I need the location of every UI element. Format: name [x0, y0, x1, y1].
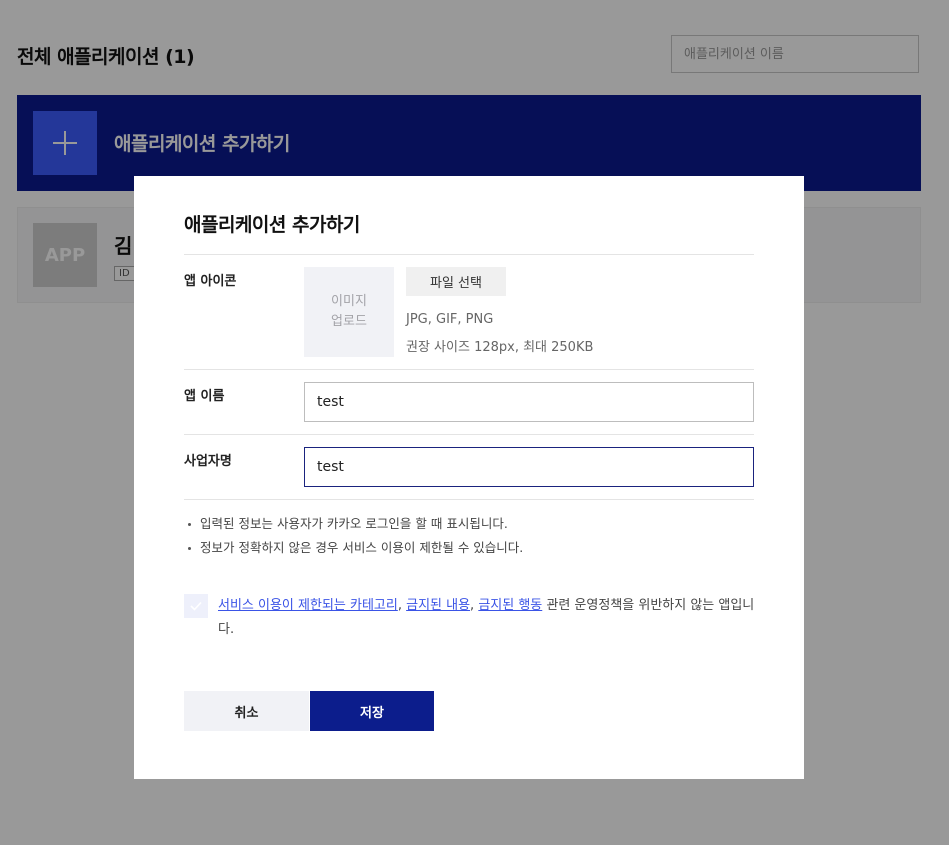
policy-agree-text: 서비스 이용이 제한되는 카테고리, 금지된 내용, 금지된 행동 관련 운영정… [218, 598, 755, 637]
restricted-category-link[interactable]: 서비스 이용이 제한되는 카테고리 [218, 598, 398, 613]
app-name-label: 앱 이름 [184, 389, 225, 404]
divider [184, 499, 754, 500]
notice-list: 입력된 정보는 사용자가 카카오 로그인을 할 때 표시됩니다. 정보가 정확하… [184, 512, 523, 560]
notice-item: 입력된 정보는 사용자가 카카오 로그인을 할 때 표시됩니다. [184, 512, 523, 536]
notice-item: 정보가 정확하지 않은 경우 서비스 이용이 제한될 수 있습니다. [184, 536, 523, 560]
check-icon [190, 601, 202, 611]
file-size-hint: 권장 사이즈 128px, 최대 250KB [406, 340, 594, 355]
upload-text-line2: 업로드 [331, 314, 367, 329]
divider [184, 254, 754, 255]
divider [184, 369, 754, 370]
save-button[interactable]: 저장 [310, 691, 434, 731]
file-select-button[interactable]: 파일 선택 [406, 267, 506, 296]
company-name-label: 사업자명 [184, 454, 232, 469]
modal-title: 애플리케이션 추가하기 [184, 214, 360, 236]
bullet-icon [188, 547, 191, 550]
app-icon-label: 앱 아이콘 [184, 274, 237, 289]
file-format-hint: JPG, GIF, PNG [406, 312, 494, 327]
cancel-button[interactable]: 취소 [184, 691, 309, 731]
add-application-modal: 애플리케이션 추가하기 앱 아이콘 이미지 업로드 파일 선택 JPG, GIF… [134, 176, 804, 779]
company-name-input[interactable] [304, 447, 754, 487]
prohibited-content-link[interactable]: 금지된 내용 [406, 598, 470, 613]
prohibited-behavior-link[interactable]: 금지된 행동 [478, 598, 542, 613]
divider [184, 434, 754, 435]
image-upload-area[interactable]: 이미지 업로드 [304, 267, 394, 357]
upload-text-line1: 이미지 [331, 294, 367, 309]
policy-agree-checkbox[interactable] [184, 594, 208, 618]
bullet-icon [188, 523, 191, 526]
app-name-input[interactable] [304, 382, 754, 422]
